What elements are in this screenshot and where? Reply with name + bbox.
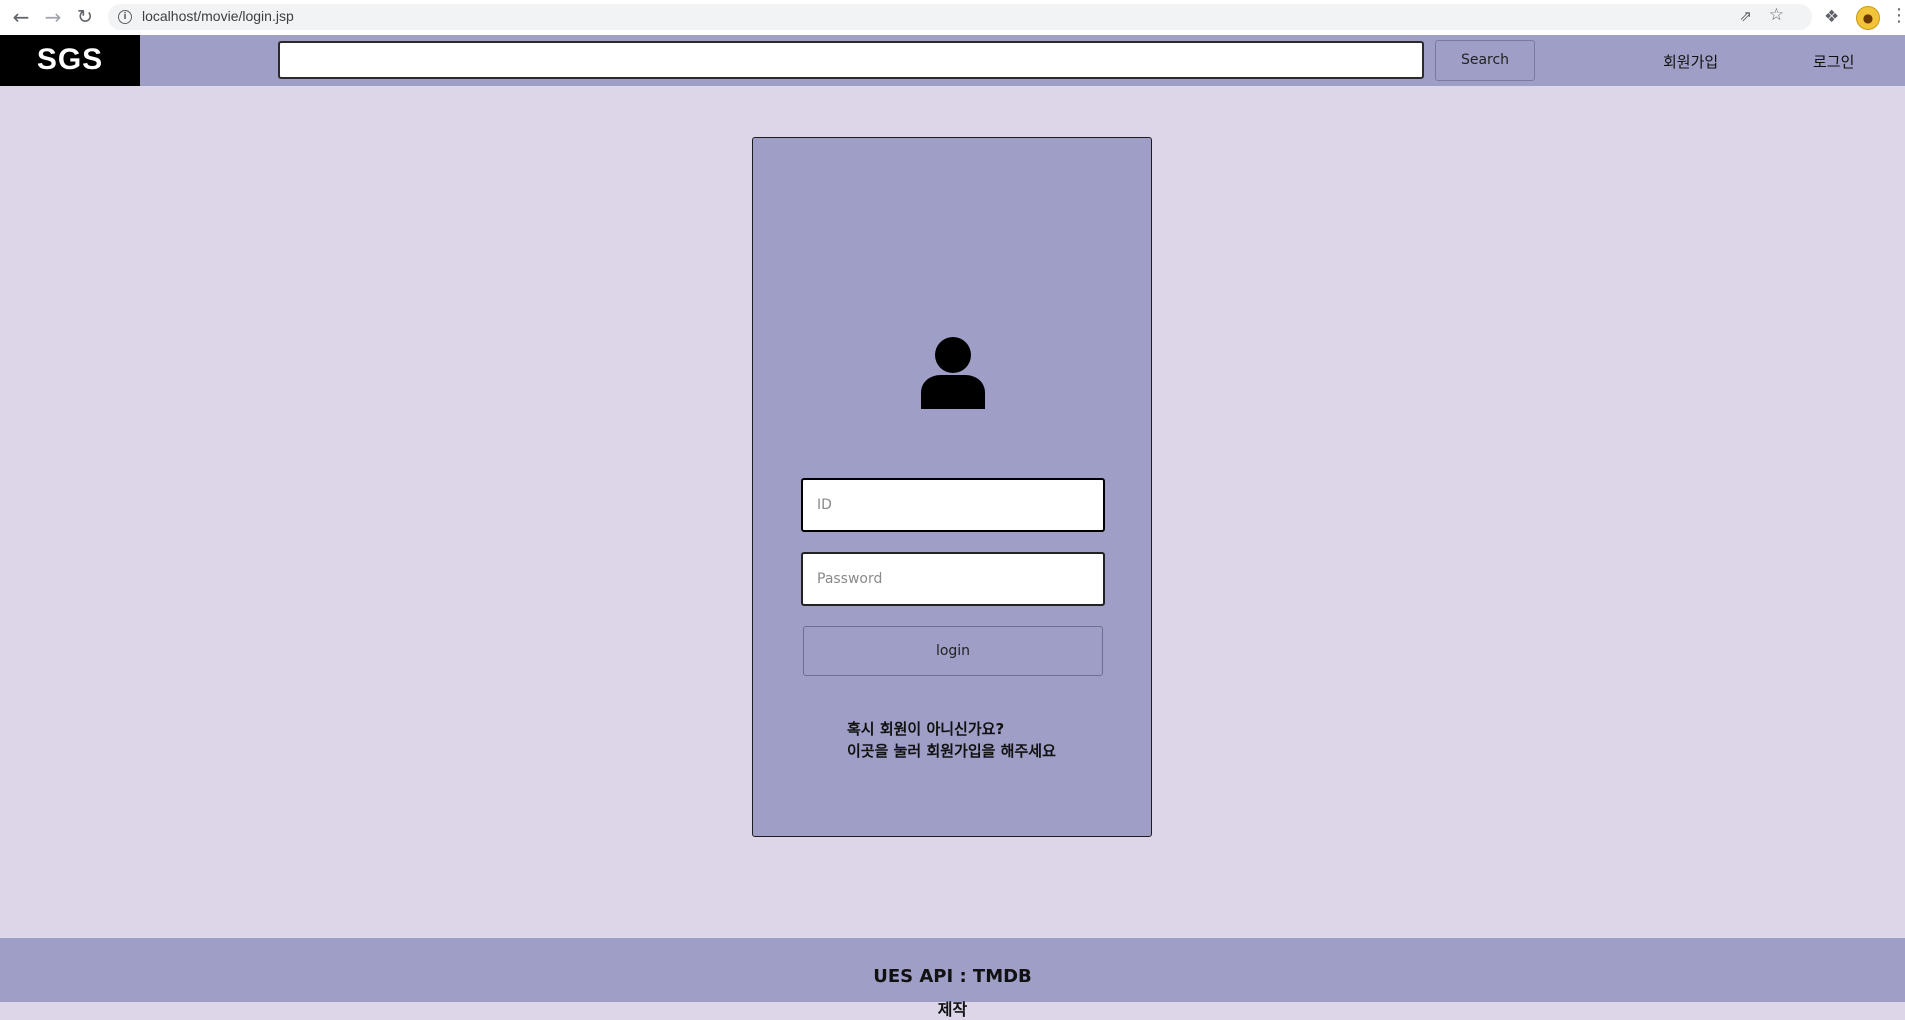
site-logo[interactable]: SGS: [0, 35, 140, 86]
back-arrow-icon[interactable]: ←: [10, 7, 32, 29]
reload-icon[interactable]: ↻: [74, 7, 96, 29]
extensions-puzzle-icon[interactable]: ❖: [1824, 7, 1839, 27]
site-footer: UES API : TMDB 제작: [0, 938, 1905, 1019]
address-bar[interactable]: i localhost/movie/login.jsp ⇗ ☆: [108, 4, 1812, 30]
share-icon[interactable]: ⇗: [1739, 7, 1752, 25]
nav-login-link[interactable]: 로그인: [1813, 51, 1854, 72]
site-info-icon[interactable]: i: [118, 10, 132, 24]
nav-signup-link[interactable]: 회원가입: [1663, 51, 1718, 72]
footer-api-credit: UES API : TMDB: [873, 966, 1032, 987]
search-button[interactable]: Search: [1435, 40, 1535, 81]
password-input[interactable]: [801, 552, 1105, 606]
login-button[interactable]: login: [803, 626, 1103, 676]
profile-avatar[interactable]: ●: [1856, 6, 1880, 30]
forward-arrow-icon[interactable]: →: [42, 7, 64, 29]
bookmark-star-icon[interactable]: ☆: [1769, 5, 1784, 25]
login-card: login 혹시 회원이 아니신가요? 이곳을 눌러 회원가입을 해주세요: [752, 137, 1152, 837]
browser-menu-icon[interactable]: ⋮: [1890, 5, 1905, 26]
address-url[interactable]: localhost/movie/login.jsp: [142, 8, 294, 24]
user-icon: [921, 337, 985, 409]
signup-prompt-link[interactable]: 혹시 회원이 아니신가요? 이곳을 눌러 회원가입을 해주세요: [847, 718, 1056, 762]
search-input[interactable]: [278, 41, 1424, 79]
footer-second-line: 제작: [937, 1000, 968, 1019]
site-header: SGS Search 회원가입 로그인: [0, 35, 1905, 86]
browser-toolbar: ← → ↻ i localhost/movie/login.jsp ⇗ ☆ ❖ …: [0, 0, 1905, 36]
signup-prompt-line1: 혹시 회원이 아니신가요?: [847, 720, 1005, 738]
signup-prompt-line2: 이곳을 눌러 회원가입을 해주세요: [847, 742, 1056, 760]
id-input[interactable]: [801, 478, 1105, 532]
